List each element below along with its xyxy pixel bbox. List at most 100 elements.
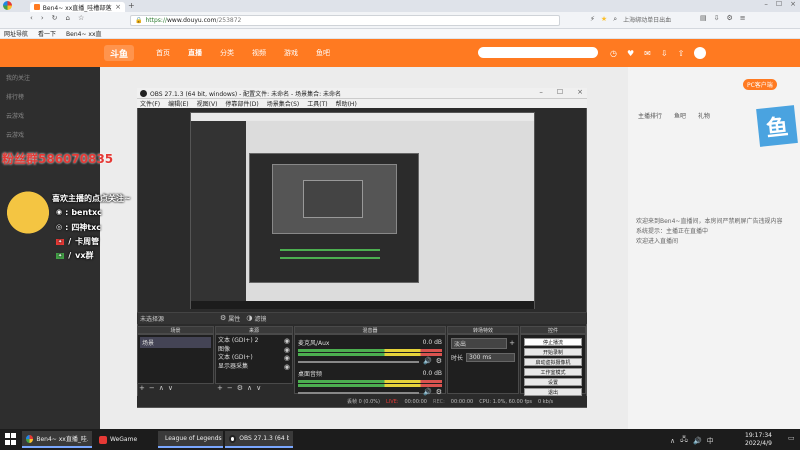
site-search-input[interactable] <box>478 47 598 58</box>
new-tab-icon[interactable]: + <box>128 2 135 10</box>
start-virtual-camera-button[interactable]: 启动虚拟摄像机 <box>524 358 582 366</box>
add-transition-icon[interactable]: + <box>509 340 515 347</box>
source-down-icon[interactable]: ∨ <box>256 384 261 392</box>
left-menu-item[interactable]: 云游戏 <box>6 130 94 139</box>
studio-mode-button[interactable]: 工作室模式 <box>524 368 582 376</box>
history-icon[interactable]: ◷ <box>610 49 617 58</box>
forward-icon[interactable]: › <box>41 15 44 22</box>
clock[interactable]: 19:17:34 2022/4/9 <box>745 432 772 448</box>
settings-button[interactable]: 设置 <box>524 378 582 386</box>
browser-tab-active[interactable]: Ben4~ xx直播_哇槽部落直播 × <box>30 2 125 12</box>
extension-icon[interactable]: ⚡ <box>590 16 595 23</box>
ime-icon[interactable]: 中 <box>707 436 714 446</box>
network-icon[interactable]: 🖧 <box>680 435 688 446</box>
pc-client-badge[interactable]: PC客户端 <box>743 79 777 90</box>
left-menu-item[interactable]: 我的关注 <box>6 73 94 82</box>
taskbar-item-lol[interactable]: League of Legends <box>158 431 223 448</box>
obs-menu-file[interactable]: 文件(F) <box>140 99 160 108</box>
reload-icon[interactable]: ↻ <box>52 15 58 22</box>
more-icon[interactable]: ≡ <box>740 15 746 22</box>
download-icon[interactable]: ⇩ <box>714 15 720 22</box>
nav-category[interactable]: 分类 <box>220 48 234 58</box>
speaker-icon[interactable]: 🔊 <box>423 389 432 396</box>
visibility-icon[interactable]: ◉ <box>284 363 290 371</box>
bookmark-item[interactable]: 看一下 <box>38 29 56 38</box>
search-icon[interactable]: ⌕ <box>613 16 617 23</box>
tray-up-icon[interactable]: ∧ <box>670 437 675 445</box>
upload-icon[interactable]: ⇧ <box>678 49 685 58</box>
download-app-icon[interactable]: ⇩ <box>661 49 668 58</box>
scene-item[interactable]: 场景 <box>140 337 211 348</box>
remove-source-icon[interactable]: − <box>227 384 233 392</box>
properties-button[interactable]: ⚙ 属性 <box>220 314 240 324</box>
obs-minimize-icon[interactable]: – <box>539 89 543 96</box>
channel-gear-icon[interactable]: ⚙ <box>436 358 442 365</box>
start-recording-button[interactable]: 开始录制 <box>524 348 582 356</box>
obs-close-icon[interactable]: × <box>577 89 583 96</box>
obs-menu-help[interactable]: 帮助(H) <box>336 99 357 108</box>
obs-menu-view[interactable]: 视图(V) <box>197 99 218 108</box>
taskbar-item-obs[interactable]: OBS 27.1.3 (64 bit... <box>225 431 293 448</box>
tab-gift[interactable]: 礼物 <box>698 111 710 120</box>
source-item[interactable]: 文本 (GDI+) 2 ◉ <box>218 337 290 346</box>
scene-down-icon[interactable]: ∨ <box>168 384 173 392</box>
add-source-icon[interactable]: + <box>217 384 223 392</box>
nav-video[interactable]: 视频 <box>252 48 266 58</box>
close-tab-icon[interactable]: × <box>115 3 121 11</box>
channel-gear-icon[interactable]: ⚙ <box>436 389 442 396</box>
volume-icon[interactable]: 🔊 <box>693 437 702 445</box>
visibility-icon[interactable]: ◉ <box>284 346 290 354</box>
source-settings-icon[interactable]: ⚙ <box>237 384 243 392</box>
tab-fishbar[interactable]: 鱼吧 <box>674 111 686 120</box>
exit-button[interactable]: 退出 <box>524 388 582 396</box>
obs-menu-docks[interactable]: 停靠部件(D) <box>225 99 258 108</box>
site-logo[interactable]: 斗鱼 <box>104 45 134 61</box>
remove-scene-icon[interactable]: − <box>149 384 155 392</box>
taskbar-item-wegame[interactable]: WeGame <box>95 431 155 448</box>
visibility-icon[interactable]: ◉ <box>284 355 290 362</box>
filters-button[interactable]: ◑ 滤镜 <box>246 314 266 324</box>
bookmark-item[interactable]: Ben4~ xx直 <box>66 29 101 38</box>
nav-live[interactable]: 直播 <box>188 48 202 58</box>
home-icon[interactable]: ⌂ <box>66 15 70 22</box>
stop-streaming-button[interactable]: 停止播流 <box>524 338 582 346</box>
speaker-icon[interactable]: 🔊 <box>423 358 432 365</box>
scene-up-icon[interactable]: ∧ <box>159 384 164 392</box>
tab-rank[interactable]: 主播排行 <box>638 111 662 120</box>
nav-game[interactable]: 游戏 <box>284 48 298 58</box>
duration-input[interactable]: 300 ms <box>466 353 515 362</box>
left-menu-item[interactable]: 云游戏 <box>6 111 94 120</box>
search-hint[interactable]: 上海绑动单日出血 <box>623 15 671 24</box>
transition-select[interactable]: 淡出 <box>451 338 508 349</box>
minimize-icon[interactable]: – <box>764 1 768 8</box>
bookmark-item[interactable]: 网址导航 <box>4 29 28 38</box>
menu-icon-1[interactable]: ▤ <box>700 15 707 22</box>
address-bar[interactable]: 🔒 https://www.douyu.com/253872 <box>130 15 560 26</box>
avatar[interactable] <box>694 47 707 59</box>
obs-menu-scene-collection[interactable]: 场景集合(S) <box>267 99 300 108</box>
follow-icon[interactable]: ♥ <box>627 49 634 58</box>
nav-fishbar[interactable]: 鱼吧 <box>316 48 330 58</box>
source-item[interactable]: 显示器采集 ◉ <box>218 363 290 372</box>
nav-home[interactable]: 首页 <box>156 48 170 58</box>
message-icon[interactable]: ✉ <box>644 49 651 58</box>
source-item[interactable]: 文本 (GDI+) ◉ <box>218 354 290 363</box>
source-up-icon[interactable]: ∧ <box>247 384 252 392</box>
volume-slider[interactable] <box>298 391 419 394</box>
start-button[interactable] <box>5 433 17 445</box>
close-window-icon[interactable]: × <box>790 1 796 8</box>
left-menu-item[interactable]: 排行榜 <box>6 92 94 101</box>
volume-slider[interactable] <box>298 360 419 363</box>
maximize-icon[interactable]: ☐ <box>776 1 782 8</box>
bookmark-star-icon[interactable]: ★ <box>601 16 607 23</box>
settings-icon[interactable]: ⚙ <box>727 15 733 22</box>
obs-maximize-icon[interactable]: ☐ <box>557 89 563 96</box>
obs-menu-tools[interactable]: 工具(T) <box>307 99 327 108</box>
obs-menu-edit[interactable]: 编辑(E) <box>168 99 188 108</box>
obs-preview[interactable] <box>190 112 535 309</box>
star-icon[interactable]: ☆ <box>78 15 84 22</box>
browser-logo-icon[interactable] <box>3 1 12 10</box>
back-icon[interactable]: ‹ <box>30 15 33 22</box>
visibility-icon[interactable]: ◉ <box>284 337 290 345</box>
notification-icon[interactable]: ▭ <box>788 435 795 442</box>
